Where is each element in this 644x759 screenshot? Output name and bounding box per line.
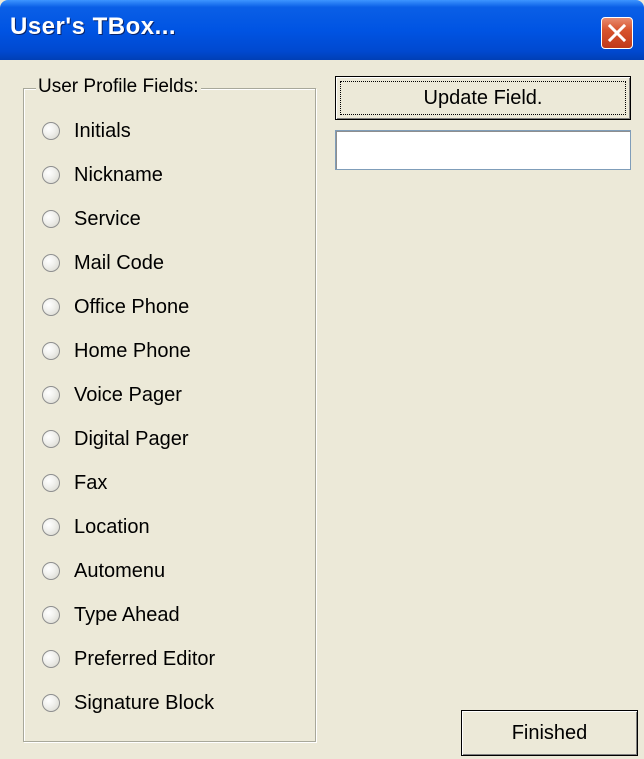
radio-label: Type Ahead bbox=[74, 603, 180, 626]
radio-label: Voice Pager bbox=[74, 383, 182, 406]
radio-button[interactable] bbox=[42, 386, 60, 404]
update-field-button[interactable]: Update Field. bbox=[335, 76, 631, 120]
close-button[interactable] bbox=[601, 17, 633, 49]
radio-button[interactable] bbox=[42, 166, 60, 184]
radio-option-signature-block[interactable]: Signature Block bbox=[42, 689, 214, 717]
radio-option-initials[interactable]: Initials bbox=[42, 117, 131, 145]
focus-rectangle bbox=[340, 81, 626, 115]
radio-label: Initials bbox=[74, 119, 131, 142]
radio-label: Digital Pager bbox=[74, 427, 189, 450]
radio-label: Automenu bbox=[74, 559, 166, 582]
dialog-window: User's TBox... User Profile Fields: Init… bbox=[0, 0, 644, 759]
radio-option-nickname[interactable]: Nickname bbox=[42, 161, 163, 189]
radio-option-voice-pager[interactable]: Voice Pager bbox=[42, 381, 182, 409]
radio-button[interactable] bbox=[42, 210, 60, 228]
radio-label: Preferred Editor bbox=[74, 647, 216, 670]
radio-button[interactable] bbox=[42, 694, 60, 712]
radio-option-automenu[interactable]: Automenu bbox=[42, 557, 165, 585]
radio-option-fax[interactable]: Fax bbox=[42, 469, 107, 497]
radio-label: Service bbox=[74, 207, 141, 230]
radio-label: Mail Code bbox=[74, 251, 165, 274]
radio-option-home-phone[interactable]: Home Phone bbox=[42, 337, 191, 365]
radio-label: Fax bbox=[74, 471, 108, 494]
title-bar[interactable]: User's TBox... bbox=[0, 0, 644, 60]
radio-button[interactable] bbox=[42, 606, 60, 624]
radio-button[interactable] bbox=[42, 298, 60, 316]
group-legend: User Profile Fields: bbox=[36, 76, 201, 98]
radio-button[interactable] bbox=[42, 122, 60, 140]
window-title: User's TBox... bbox=[10, 13, 177, 40]
radio-button[interactable] bbox=[42, 562, 60, 580]
finished-button[interactable]: Finished bbox=[461, 710, 638, 756]
radio-label: Home Phone bbox=[74, 339, 191, 362]
finished-label: Finished bbox=[511, 721, 588, 744]
radio-option-type-ahead[interactable]: Type Ahead bbox=[42, 601, 180, 629]
radio-button[interactable] bbox=[42, 430, 60, 448]
radio-button[interactable] bbox=[42, 650, 60, 668]
radio-button[interactable] bbox=[42, 254, 60, 272]
radio-option-service[interactable]: Service bbox=[42, 205, 141, 233]
field-value-input[interactable] bbox=[335, 130, 631, 170]
radio-option-mail-code[interactable]: Mail Code bbox=[42, 249, 164, 277]
close-icon bbox=[607, 23, 627, 43]
radio-option-location[interactable]: Location bbox=[42, 513, 150, 541]
radio-option-preferred-editor[interactable]: Preferred Editor bbox=[42, 645, 215, 673]
radio-option-office-phone[interactable]: Office Phone bbox=[42, 293, 189, 321]
radio-label: Office Phone bbox=[74, 295, 190, 318]
radio-label: Signature Block bbox=[74, 691, 215, 714]
radio-option-digital-pager[interactable]: Digital Pager bbox=[42, 425, 189, 453]
radio-button[interactable] bbox=[42, 342, 60, 360]
radio-button[interactable] bbox=[42, 518, 60, 536]
radio-label: Nickname bbox=[74, 163, 163, 186]
radio-label: Location bbox=[74, 515, 150, 538]
radio-button[interactable] bbox=[42, 474, 60, 492]
